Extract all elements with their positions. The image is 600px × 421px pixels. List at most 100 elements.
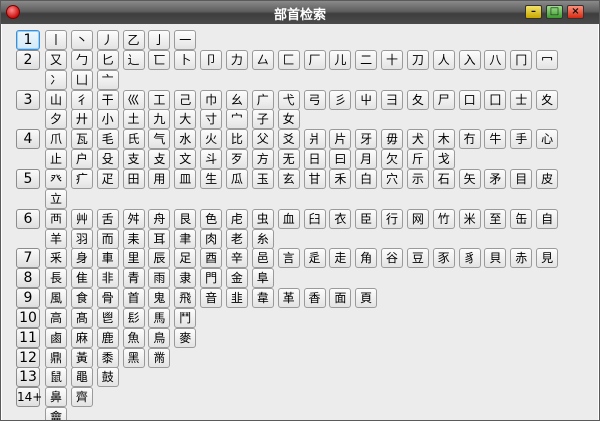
radical-button[interactable]: 亅 xyxy=(148,30,171,50)
radical-button[interactable]: 齊 xyxy=(70,387,93,408)
radical-button[interactable]: 辰 xyxy=(148,248,171,269)
radical-button[interactable]: 皮 xyxy=(536,168,559,189)
radical-button[interactable]: 彡 xyxy=(329,89,352,110)
radical-button[interactable]: 阜 xyxy=(251,268,274,289)
radical-button[interactable]: 干 xyxy=(96,89,119,110)
radical-button[interactable]: 襾 xyxy=(45,208,67,229)
radical-button[interactable]: 耳 xyxy=(148,228,171,249)
radical-button[interactable]: 九 xyxy=(148,109,171,130)
radical-button[interactable]: 龠 xyxy=(45,407,67,420)
radical-button[interactable]: 赤 xyxy=(510,248,533,269)
radical-button[interactable]: 貝 xyxy=(484,248,507,269)
radical-button[interactable]: 欠 xyxy=(381,149,404,170)
radical-button[interactable]: 彳 xyxy=(70,89,93,110)
radical-button[interactable]: 金 xyxy=(225,268,248,289)
radical-button[interactable]: 父 xyxy=(251,129,274,150)
radical-button[interactable]: 弋 xyxy=(277,89,300,110)
radical-button[interactable]: 毛 xyxy=(96,129,119,150)
radical-button[interactable]: ⻌ xyxy=(122,49,145,70)
radical-button[interactable]: 用 xyxy=(148,168,171,189)
radical-button[interactable]: 石 xyxy=(432,168,455,189)
radical-button[interactable]: 酉 xyxy=(200,248,223,269)
radical-button[interactable]: 鼎 xyxy=(45,347,67,368)
radical-button[interactable]: 彐 xyxy=(381,89,404,110)
radical-button[interactable]: 斗 xyxy=(200,149,223,170)
radical-button[interactable]: 口 xyxy=(458,89,481,110)
radical-button[interactable]: 辵 xyxy=(303,248,326,269)
radical-button[interactable]: 八 xyxy=(484,49,507,70)
radical-button[interactable]: 又 xyxy=(45,49,67,70)
radical-button[interactable]: 言 xyxy=(277,248,300,269)
radical-button[interactable]: 尸 xyxy=(432,89,455,110)
radical-button[interactable]: 凵 xyxy=(70,69,93,90)
stroke-count-button[interactable]: 5 xyxy=(16,168,40,189)
radical-button[interactable]: 虫 xyxy=(251,208,274,229)
radical-button[interactable]: 方 xyxy=(251,149,274,170)
radical-button[interactable]: 色 xyxy=(200,208,223,229)
radical-button[interactable]: 冖 xyxy=(536,49,559,70)
radical-button[interactable]: 青 xyxy=(122,268,145,289)
radical-button[interactable]: 水 xyxy=(174,129,197,150)
radical-button[interactable]: 足 xyxy=(174,248,197,269)
radical-button[interactable]: 玉 xyxy=(251,168,274,189)
radical-button[interactable]: 邑 xyxy=(251,248,274,269)
radical-button[interactable]: 韭 xyxy=(225,288,248,309)
radical-button[interactable]: 目 xyxy=(510,168,533,189)
radical-button[interactable]: 厂 xyxy=(303,49,326,70)
radical-button[interactable]: 艸 xyxy=(70,208,93,229)
radical-button[interactable]: 疋 xyxy=(96,168,119,189)
radical-button[interactable]: 攴 xyxy=(148,149,171,170)
radical-button[interactable]: 宀 xyxy=(225,109,248,130)
radical-button[interactable]: 頁 xyxy=(355,288,378,309)
radical-button[interactable]: 氏 xyxy=(122,129,145,150)
radical-button[interactable]: 谷 xyxy=(381,248,404,269)
stroke-count-button[interactable]: 9 xyxy=(16,288,40,309)
radical-button[interactable]: 舛 xyxy=(122,208,145,229)
radical-button[interactable]: 匚 xyxy=(277,49,300,70)
title-bar[interactable]: 部首检索 – □ × xyxy=(1,1,599,24)
radical-button[interactable]: 儿 xyxy=(329,49,352,70)
radical-button[interactable]: 音 xyxy=(200,288,223,309)
radical-button[interactable]: 田 xyxy=(122,168,145,189)
radical-button[interactable]: 巛 xyxy=(122,89,145,110)
radical-button[interactable]: 風 xyxy=(45,288,67,309)
radical-button[interactable]: 肉 xyxy=(200,228,223,249)
radical-button[interactable]: 示 xyxy=(406,168,429,189)
radical-button[interactable]: 廾 xyxy=(70,109,93,130)
radical-button[interactable]: 馬 xyxy=(148,307,171,328)
radical-button[interactable]: 卩 xyxy=(200,49,223,70)
radical-button[interactable]: 缶 xyxy=(510,208,533,229)
radical-button[interactable]: 革 xyxy=(277,288,300,309)
stroke-count-button[interactable]: 3 xyxy=(16,89,40,110)
radical-button[interactable]: 非 xyxy=(96,268,119,289)
radical-button[interactable]: 香 xyxy=(303,288,326,309)
radical-button[interactable]: 曰 xyxy=(329,149,352,170)
radical-button[interactable]: 心 xyxy=(536,129,559,150)
stroke-count-button[interactable]: 12 xyxy=(16,347,40,368)
radical-button[interactable]: 黑 xyxy=(122,347,145,368)
radical-button[interactable]: 牙 xyxy=(355,129,378,150)
radical-button[interactable]: 鬯 xyxy=(96,307,119,328)
radical-button[interactable]: 豆 xyxy=(406,248,429,269)
radical-button[interactable]: 生 xyxy=(200,168,223,189)
radical-button[interactable]: 工 xyxy=(148,89,171,110)
radical-button[interactable]: 人 xyxy=(432,49,455,70)
radical-button[interactable]: 夊 xyxy=(536,89,559,110)
radical-button[interactable]: 豸 xyxy=(458,248,481,269)
radical-button[interactable]: 隹 xyxy=(70,268,93,289)
radical-button[interactable]: 鳥 xyxy=(148,327,171,348)
stroke-count-button[interactable]: 8 xyxy=(16,268,40,289)
radical-button[interactable]: 虍 xyxy=(225,208,248,229)
radical-button[interactable]: 釆 xyxy=(45,248,67,269)
radical-button[interactable]: 禾 xyxy=(329,168,352,189)
radical-button[interactable]: 户 xyxy=(70,149,93,170)
radical-button[interactable]: 角 xyxy=(355,248,378,269)
radical-button[interactable]: 弓 xyxy=(303,89,326,110)
radical-button[interactable]: 子 xyxy=(251,109,274,130)
radical-button[interactable]: 斤 xyxy=(406,149,429,170)
radical-button[interactable]: 自 xyxy=(536,208,559,229)
radical-button[interactable]: 勹 xyxy=(70,49,93,70)
radical-button[interactable]: 士 xyxy=(510,89,533,110)
stroke-count-button[interactable]: 2 xyxy=(16,49,40,70)
radical-button[interactable]: 鼓 xyxy=(96,367,119,388)
